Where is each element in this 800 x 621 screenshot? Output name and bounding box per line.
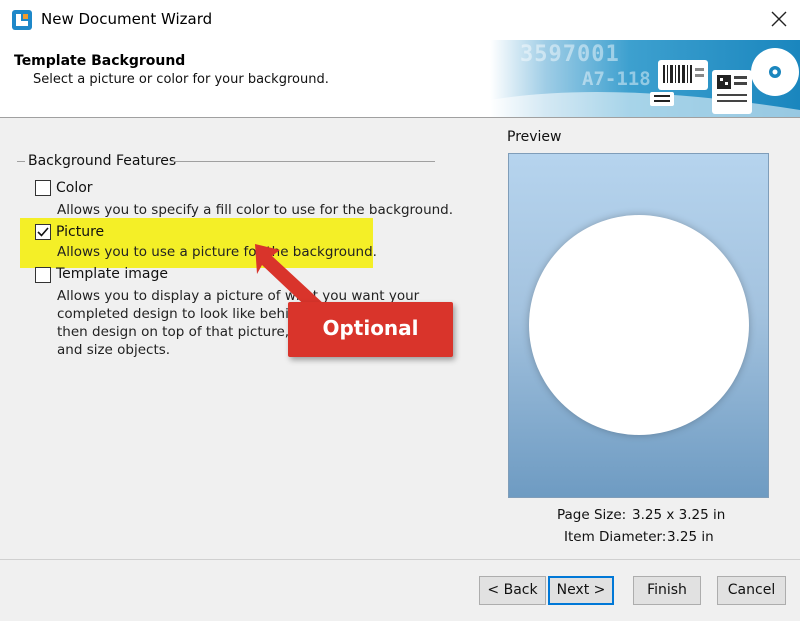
template-image-description-line: and size objects. <box>57 342 171 358</box>
footer-divider <box>0 559 800 560</box>
page-size-label: Page Size: <box>557 507 627 523</box>
cancel-button[interactable]: Cancel <box>717 576 786 605</box>
group-border-right <box>172 161 435 162</box>
color-checkbox[interactable] <box>35 180 51 196</box>
page-title: Template Background <box>14 53 186 69</box>
picture-checkbox[interactable] <box>35 224 51 240</box>
group-border-left <box>17 161 25 162</box>
preview-circle-shape <box>529 215 749 435</box>
template-image-option-label[interactable]: Template image <box>56 266 168 282</box>
page-size-value: 3.25 x 3.25 in <box>632 507 726 523</box>
banner-code-text: A7-118 <box>582 68 651 90</box>
group-label: Background Features <box>28 153 177 169</box>
wizard-header: Template Background Select a picture or … <box>0 40 800 118</box>
close-icon <box>771 11 787 27</box>
page-subtitle: Select a picture or color for your backg… <box>33 72 329 87</box>
preview-label: Preview <box>507 129 562 145</box>
next-button[interactable]: Next > <box>548 576 614 605</box>
back-button[interactable]: < Back <box>479 576 546 605</box>
picture-option-label[interactable]: Picture <box>56 224 104 240</box>
checkmark-icon <box>37 227 49 237</box>
app-logo-icon <box>12 10 32 30</box>
item-diameter-value: 3.25 in <box>667 529 714 545</box>
close-button[interactable] <box>760 0 800 40</box>
color-option-description: Allows you to specify a fill color to us… <box>57 202 454 218</box>
template-image-checkbox[interactable] <box>35 267 51 283</box>
color-option-label[interactable]: Color <box>56 180 93 196</box>
callout-text: Optional <box>322 316 419 340</box>
window-title: New Document Wizard <box>41 10 213 28</box>
item-diameter-label: Item Diameter: <box>564 529 667 545</box>
optional-callout: Optional <box>288 302 453 357</box>
finish-button[interactable]: Finish <box>633 576 701 605</box>
title-bar: New Document Wizard <box>0 0 800 40</box>
banner-number-text: 3597001 <box>520 42 620 67</box>
